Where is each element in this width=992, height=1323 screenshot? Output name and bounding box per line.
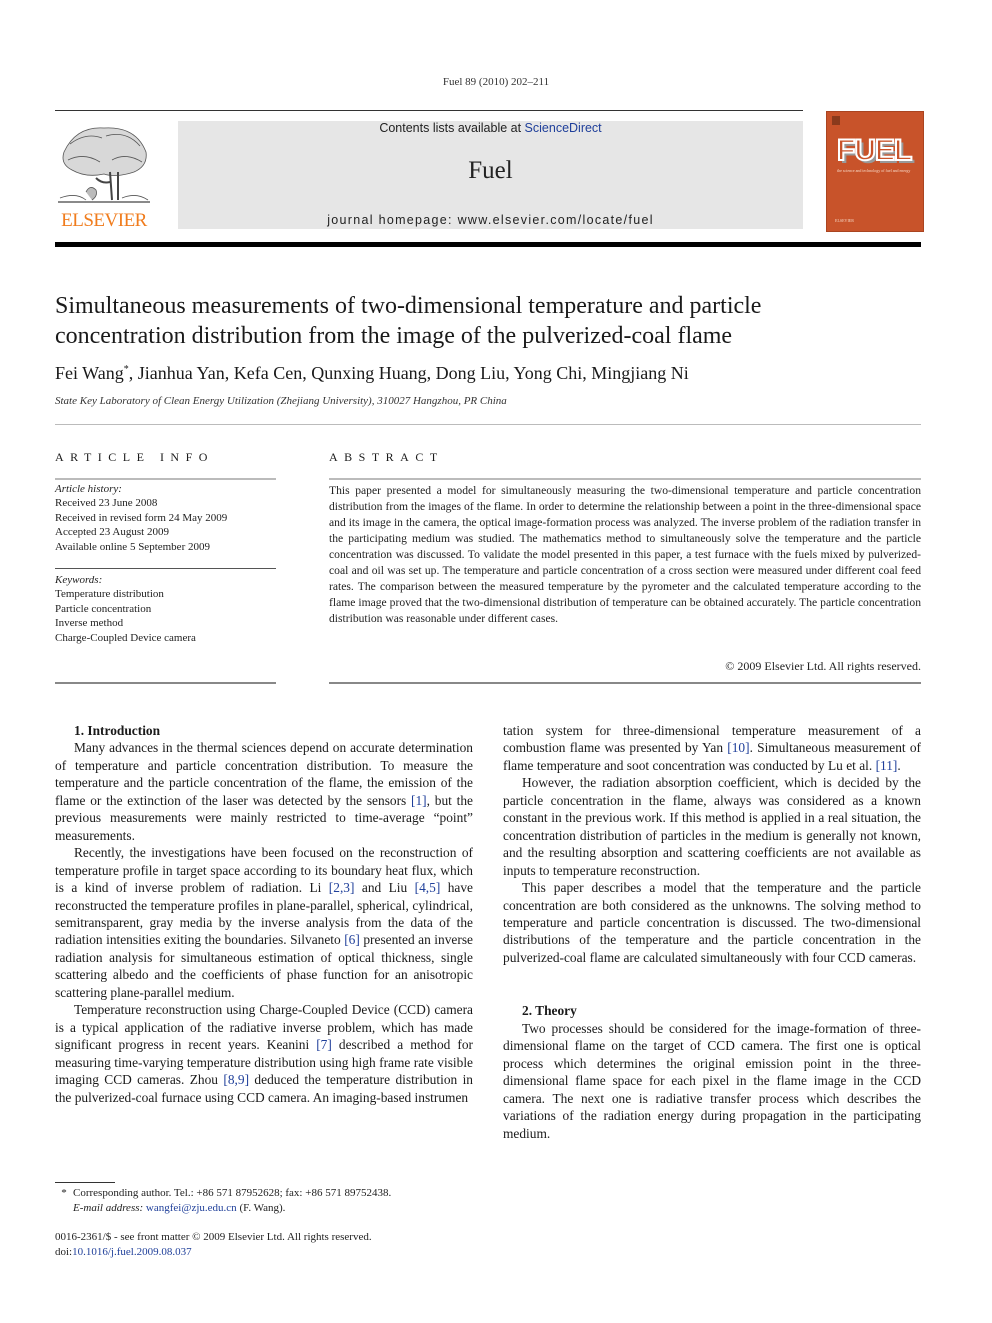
elsevier-wordmark: ELSEVIER: [61, 210, 147, 231]
abstract-rule: [329, 478, 921, 480]
text: .: [897, 757, 901, 773]
keyword: Temperature distribution: [55, 588, 164, 601]
paragraph: Temperature reconstruction using Charge-…: [55, 1001, 473, 1106]
body-column-right: tation system for three-dimensional temp…: [503, 722, 921, 1142]
cover-publisher: ELSEVIER: [835, 218, 854, 223]
keywords: Keywords: Temperature distribution Parti…: [55, 573, 276, 645]
citation-link[interactable]: [2,3]: [329, 880, 355, 895]
paragraph-continued: tation system for three-dimensional temp…: [503, 722, 921, 774]
text: and Liu: [354, 880, 415, 896]
journal-cover[interactable]: FUEL the science and technology of fuel …: [826, 111, 924, 232]
elsevier-tree-icon: [58, 127, 150, 203]
keywords-rule: [55, 568, 276, 569]
article-title: Simultaneous measurements of two-dimensi…: [55, 291, 935, 351]
body-column-left: 1. Introduction Many advances in the the…: [55, 722, 473, 1106]
sciencedirect-link[interactable]: ScienceDirect: [525, 121, 602, 135]
history-received: Received 23 June 2008: [55, 497, 158, 510]
issn-line: 0016-2361/$ - see front matter © 2009 El…: [55, 1231, 372, 1243]
history-revised: Received in revised form 24 May 2009: [55, 511, 228, 524]
email-label: E-mail address:: [73, 1201, 146, 1214]
paragraph: Two processes should be considered for t…: [503, 1020, 921, 1141]
abstract-bottom-rule: [329, 682, 921, 684]
paragraph: Many advances in the thermal sciences de…: [55, 739, 473, 844]
citation-link[interactable]: [7]: [316, 1037, 332, 1052]
cover-title: FUEL: [836, 133, 913, 168]
author-list: Fei Wang*, Jianhua Yan, Kefa Cen, Qunxin…: [55, 363, 689, 384]
first-author[interactable]: Fei Wang: [55, 363, 124, 383]
contents-prefix: Contents lists available at: [379, 121, 525, 135]
keywords-label: Keywords:: [55, 574, 103, 586]
article-info-heading: ARTICLE INFO: [55, 450, 214, 464]
elsevier-logo[interactable]: ELSEVIER: [52, 118, 156, 236]
history-online: Available online 5 September 2009: [55, 540, 210, 553]
section-heading-theory: 2. Theory: [522, 1003, 577, 1019]
article-info-rule: [55, 478, 276, 480]
keyword: Particle concentration: [55, 602, 152, 615]
keyword: Charge-Coupled Device camera: [55, 631, 196, 644]
abstract-heading: ABSTRACT: [329, 450, 444, 464]
citation-link[interactable]: [1]: [411, 793, 427, 808]
article-info-bottom-rule: [55, 682, 276, 684]
paragraph: Recently, the investigations have been f…: [55, 844, 473, 1001]
paragraph: However, the radiation absorption coeffi…: [503, 775, 921, 878]
affiliation: State Key Laboratory of Clean Energy Uti…: [55, 395, 507, 407]
section-heading-introduction: 1. Introduction: [74, 723, 161, 738]
doi-prefix: doi:: [55, 1245, 73, 1258]
abstract-text: This paper presented a model for simulta…: [329, 484, 921, 625]
title-line-2: concentration distribution from the imag…: [55, 323, 733, 349]
article-history: Article history: Received 23 June 2008 R…: [55, 482, 276, 554]
email-link[interactable]: wangfei@zju.edu.cn: [146, 1202, 237, 1214]
email-suffix: (F. Wang).: [236, 1201, 286, 1214]
affiliation-rule: [55, 424, 921, 425]
journal-homepage[interactable]: journal homepage: www.elsevier.com/locat…: [178, 213, 803, 227]
citation-link[interactable]: [8,9]: [223, 1072, 249, 1087]
citation-link[interactable]: [4,5]: [415, 880, 441, 895]
abstract-copyright: © 2009 Elsevier Ltd. All rights reserved…: [725, 659, 921, 673]
front-matter: 0016-2361/$ - see front matter © 2009 El…: [55, 1230, 372, 1259]
header-rule: [55, 110, 803, 111]
paragraph: This paper describes a model that the te…: [503, 880, 921, 965]
footnote-rule: [55, 1182, 115, 1183]
footnote-contact: Corresponding author. Tel.: +86 571 8795…: [73, 1187, 392, 1199]
journal-banner: Contents lists available at ScienceDirec…: [178, 121, 803, 229]
other-authors: , Jianhua Yan, Kefa Cen, Qunxing Huang, …: [128, 363, 689, 383]
journal-title: Fuel: [468, 157, 513, 184]
citation-link[interactable]: [11]: [876, 758, 898, 773]
citation-link[interactable]: [10]: [727, 740, 749, 755]
citation-link[interactable]: [6]: [344, 932, 360, 947]
history-accepted: Accepted 23 August 2009: [55, 526, 169, 539]
cover-elsevier-icon: [832, 116, 840, 125]
cover-tagline: the science and technology of fuel and e…: [837, 168, 911, 173]
contents-line: Contents lists available at ScienceDirec…: [178, 121, 803, 135]
running-head: Fuel 89 (2010) 202–211: [442, 76, 550, 88]
history-label: Article history:: [55, 483, 122, 495]
title-line-1: Simultaneous measurements of two-dimensi…: [55, 293, 762, 319]
doi-link[interactable]: 10.1016/j.fuel.2009.08.037: [72, 1246, 191, 1258]
header-thick-rule: [55, 242, 921, 247]
footnote: * Corresponding author. Tel.: +86 571 879…: [55, 1186, 391, 1215]
footnote-mark: *: [61, 1187, 67, 1199]
keyword: Inverse method: [55, 617, 124, 630]
